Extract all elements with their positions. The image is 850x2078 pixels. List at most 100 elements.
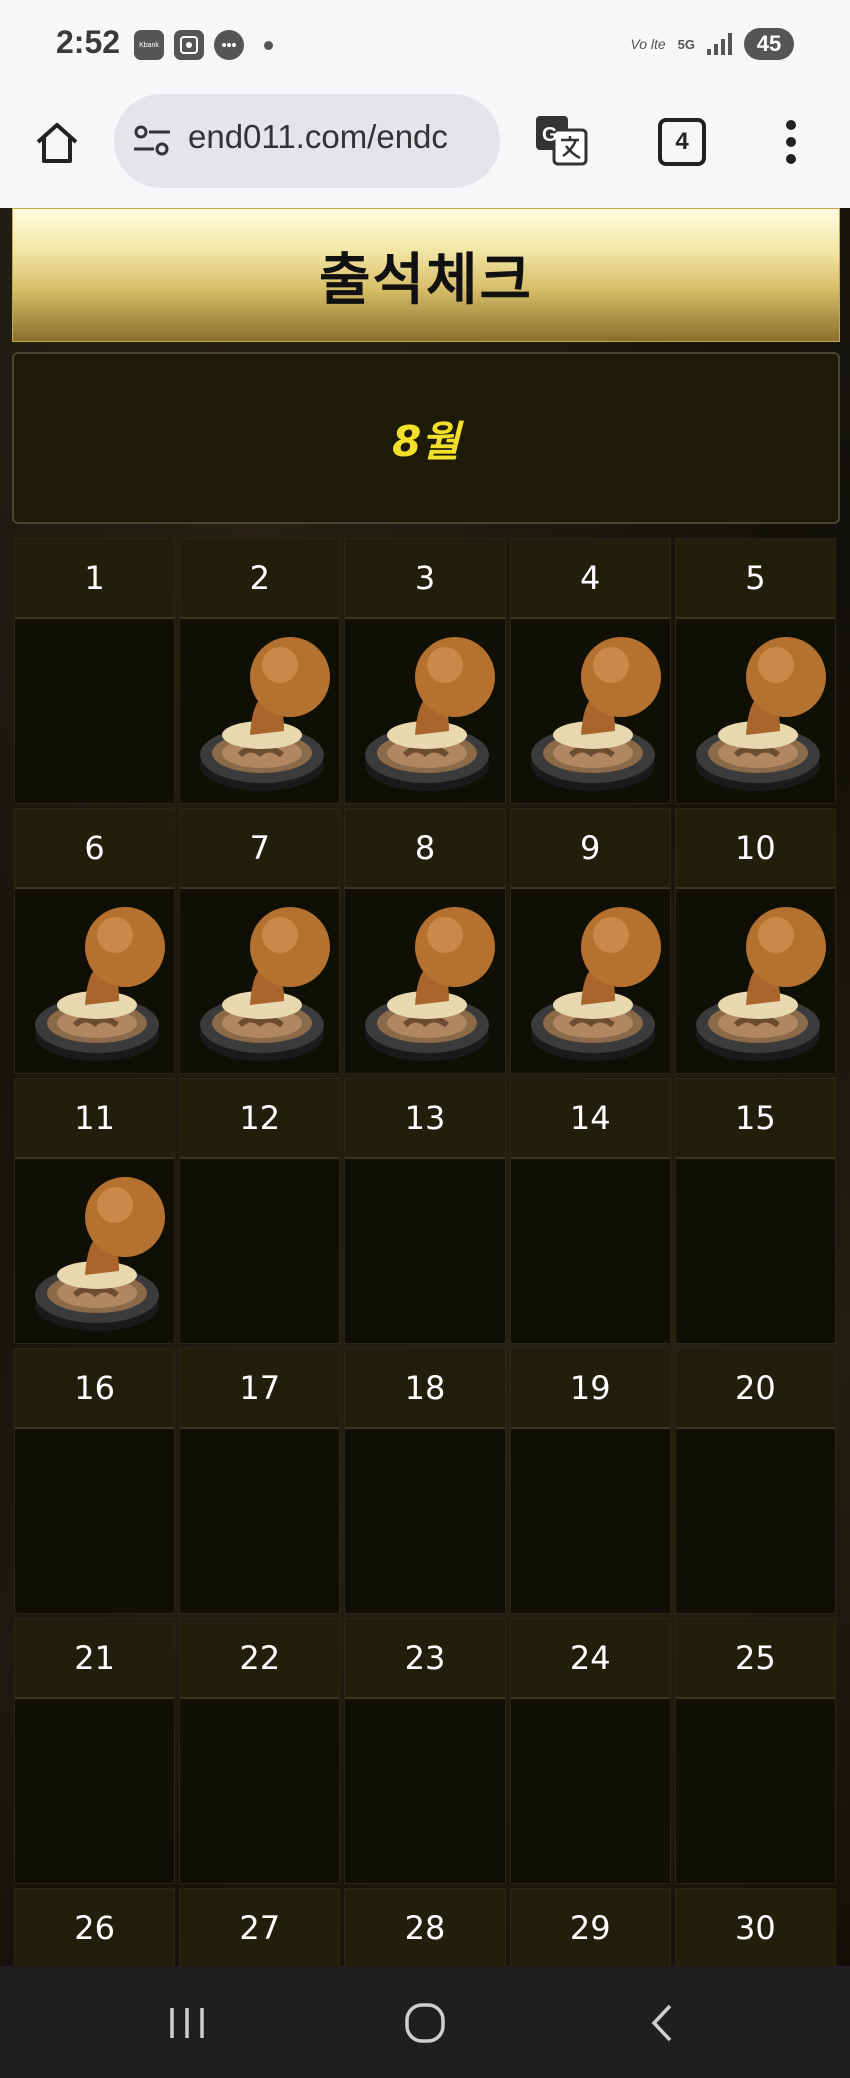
attendance-stamp-icon <box>35 1177 165 1331</box>
calendar-day-cell[interactable]: 18 <box>344 1348 506 1614</box>
chat-icon <box>214 30 244 60</box>
day-number: 22 <box>180 1619 340 1699</box>
day-stamp-area <box>345 619 505 803</box>
attendance-stamp-icon <box>365 907 496 1061</box>
calendar-week: 16 17 18 19 20 <box>14 1348 836 1614</box>
back-icon[interactable] <box>638 2000 688 2046</box>
tab-switcher-button[interactable]: 4 <box>658 118 706 166</box>
calendar-day-cell[interactable]: 9 <box>509 808 671 1074</box>
calendar-day-cell[interactable]: 17 <box>179 1348 341 1614</box>
attendance-stamp-icon <box>530 907 661 1061</box>
day-number: 11 <box>15 1079 175 1159</box>
calendar-day-cell[interactable]: 29 <box>509 1888 671 1966</box>
day-stamp-area <box>675 1429 835 1613</box>
day-number: 19 <box>510 1349 670 1429</box>
battery-icon: 45 <box>744 28 794 60</box>
more-menu-icon[interactable] <box>780 118 802 166</box>
day-stamp-area <box>180 1429 340 1613</box>
day-stamp-area <box>180 1699 340 1883</box>
calendar-week: 11 12 13 14 15 <box>14 1078 836 1344</box>
day-stamp-area <box>510 889 670 1073</box>
day-stamp-area <box>510 619 670 803</box>
translate-icon[interactable]: G <box>534 114 588 168</box>
calendar-day-cell[interactable]: 10 <box>674 808 836 1074</box>
day-number: 12 <box>180 1079 340 1159</box>
day-stamp-area <box>675 619 835 803</box>
day-stamp-area <box>510 1429 670 1613</box>
day-number: 21 <box>15 1619 175 1699</box>
day-stamp-area <box>15 889 175 1073</box>
attendance-stamp-icon <box>695 907 826 1061</box>
day-stamp-area <box>675 1699 835 1883</box>
month-label: 8월 <box>392 416 460 466</box>
calendar-day-cell[interactable]: 20 <box>674 1348 836 1614</box>
day-stamp-area <box>345 1699 505 1883</box>
calendar-day-cell[interactable]: 5 <box>674 538 836 804</box>
calendar-day-cell[interactable]: 28 <box>344 1888 506 1966</box>
day-number: 24 <box>510 1619 670 1699</box>
day-stamp-area <box>345 1159 505 1343</box>
volte-label: Vo lte <box>630 36 666 52</box>
day-number: 17 <box>180 1349 340 1429</box>
calendar-week: 21 22 23 24 25 <box>14 1618 836 1884</box>
recent-apps-icon[interactable] <box>162 2000 212 2046</box>
home-nav-icon[interactable] <box>400 2000 450 2046</box>
day-number: 20 <box>675 1349 835 1429</box>
calendar-day-cell[interactable]: 22 <box>179 1618 341 1884</box>
home-icon[interactable] <box>32 118 82 168</box>
calendar-day-cell[interactable]: 1 <box>14 538 176 804</box>
day-stamp-area <box>180 889 340 1073</box>
url-text[interactable]: end011.com/endc <box>188 118 488 156</box>
site-settings-icon[interactable] <box>132 122 172 160</box>
calendar-day-cell[interactable]: 15 <box>674 1078 836 1344</box>
calendar-day-cell[interactable]: 13 <box>344 1078 506 1344</box>
attendance-stamp-icon <box>695 637 826 791</box>
day-number: 23 <box>345 1619 505 1699</box>
calendar-day-cell[interactable]: 7 <box>179 808 341 1074</box>
day-number: 16 <box>15 1349 175 1429</box>
day-number: 14 <box>510 1079 670 1159</box>
calendar-day-cell[interactable]: 2 <box>179 538 341 804</box>
calendar-day-cell[interactable]: 16 <box>14 1348 176 1614</box>
calendar-day-cell[interactable]: 27 <box>179 1888 341 1966</box>
day-number: 8 <box>345 809 505 889</box>
page-title: 출석체크 <box>318 247 534 313</box>
calendar-day-cell[interactable]: 23 <box>344 1618 506 1884</box>
calendar-day-cell[interactable]: 3 <box>344 538 506 804</box>
day-number: 5 <box>675 539 835 619</box>
status-bar: 2:52 Kbank Vo lte 5G 45 <box>0 0 850 92</box>
status-app-icons: Kbank <box>134 30 273 60</box>
system-nav-bar <box>0 1966 850 2078</box>
day-number: 26 <box>15 1889 175 1966</box>
browser-toolbar: end011.com/endc G 4 <box>0 92 850 209</box>
calendar-day-cell[interactable]: 11 <box>14 1078 176 1344</box>
day-stamp-area <box>345 1429 505 1613</box>
status-time: 2:52 <box>56 24 121 60</box>
calendar-day-cell[interactable]: 19 <box>509 1348 671 1614</box>
calendar-day-cell[interactable]: 21 <box>14 1618 176 1884</box>
day-stamp-area <box>345 889 505 1073</box>
day-number: 1 <box>15 539 175 619</box>
address-bar[interactable]: end011.com/endc <box>114 94 500 188</box>
day-number: 15 <box>675 1079 835 1159</box>
calendar-day-cell[interactable]: 24 <box>509 1618 671 1884</box>
day-stamp-area <box>675 889 835 1073</box>
day-number: 9 <box>510 809 670 889</box>
calendar-day-cell[interactable]: 4 <box>509 538 671 804</box>
calendar-day-cell[interactable]: 26 <box>14 1888 176 1966</box>
calendar-day-cell[interactable]: 25 <box>674 1618 836 1884</box>
calendar-day-cell[interactable]: 6 <box>14 808 176 1074</box>
day-stamp-area <box>180 619 340 803</box>
attendance-stamp-icon <box>35 907 165 1061</box>
day-number: 6 <box>15 809 175 889</box>
attendance-calendar: 1 2 3 4 5 6 7 8 9 10 11 12 13 14 15 16 17 18 19 20 21 22 23 24 2… <box>14 538 836 1966</box>
attendance-stamp-icon <box>530 637 661 791</box>
calendar-day-cell[interactable]: 30 <box>674 1888 836 1966</box>
calendar-day-cell[interactable]: 12 <box>179 1078 341 1344</box>
attendance-page: 출석체크 8월 1 2 3 4 5 6 7 8 9 10 11 12 13 14 15 16 17 18 19 20 2… <box>0 208 850 1966</box>
calendar-day-cell[interactable]: 14 <box>509 1078 671 1344</box>
day-stamp-area <box>510 1699 670 1883</box>
calendar-week: 6 7 8 9 10 <box>14 808 836 1074</box>
day-stamp-area <box>15 1429 175 1613</box>
calendar-day-cell[interactable]: 8 <box>344 808 506 1074</box>
